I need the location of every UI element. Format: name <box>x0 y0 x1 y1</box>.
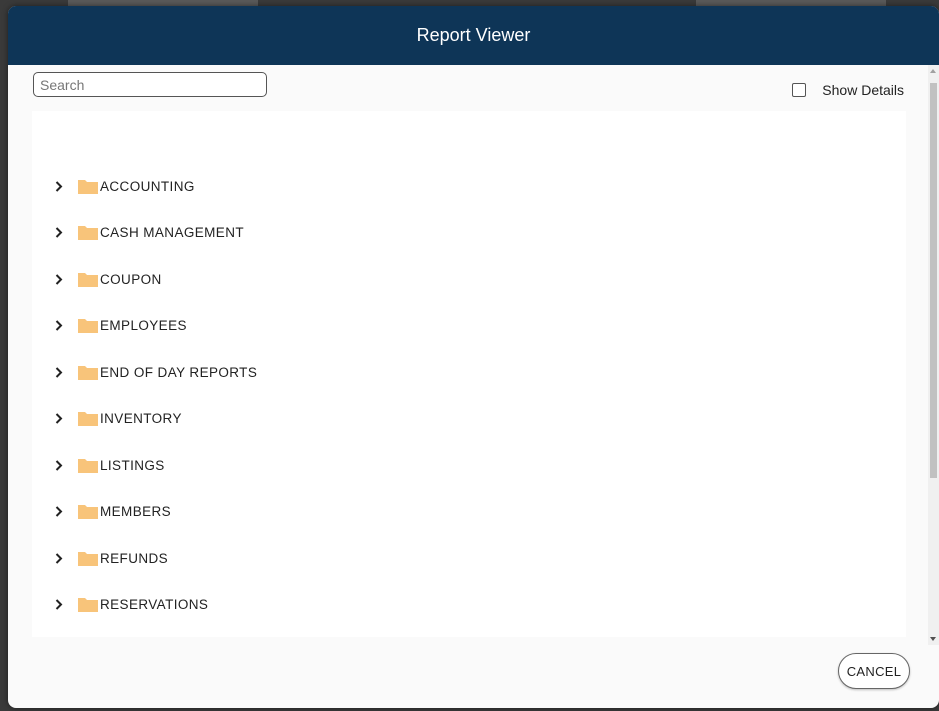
tree-item-label: RESERVATIONS <box>100 597 209 612</box>
dialog-title: Report Viewer <box>416 25 531 45</box>
chevron-right-icon[interactable] <box>44 413 74 424</box>
tree-item-inventory[interactable]: INVENTORY <box>32 404 182 434</box>
chevron-right-icon[interactable] <box>44 366 74 378</box>
tree-item-members[interactable]: MEMBERS <box>32 497 171 527</box>
folder-icon <box>74 458 100 473</box>
tree-item-label: MEMBERS <box>100 504 172 519</box>
dialog-toolbar: Show Details <box>8 65 928 115</box>
tree-item-listings[interactable]: LISTINGS <box>32 450 165 480</box>
chevron-right-icon[interactable] <box>44 273 74 285</box>
tree-item-cash-management[interactable]: CASH MANAGEMENT <box>32 218 244 248</box>
chevron-right-icon[interactable] <box>44 227 74 238</box>
folder-icon <box>74 272 100 287</box>
folder-icon <box>74 551 100 566</box>
folder-icon <box>74 411 100 426</box>
tree-item-employees[interactable]: EMPLOYEES <box>32 311 187 341</box>
tree-item-label: CASH MANAGEMENT <box>100 225 245 240</box>
folder-icon <box>74 504 100 519</box>
chevron-right-icon[interactable] <box>44 552 74 564</box>
tree-item-reservations[interactable]: RESERVATIONS <box>32 590 208 620</box>
show-details-checkbox[interactable] <box>792 83 807 97</box>
folder-icon <box>74 365 100 380</box>
chevron-right-icon[interactable] <box>44 599 74 610</box>
tree-item-refunds[interactable]: REFUNDS <box>32 543 168 573</box>
folder-icon <box>74 597 100 612</box>
tree-item-label: REFUNDS <box>100 550 169 566</box>
folder-icon <box>74 318 100 333</box>
folder-icon <box>74 179 100 194</box>
cancel-button[interactable]: CANCEL <box>838 653 910 689</box>
report-folder-tree: ACCOUNTING CASH MANAGEMENT COUPON EMPLOYEES… <box>32 111 906 637</box>
chevron-right-icon[interactable] <box>44 180 74 192</box>
scrollbar-thumb[interactable] <box>930 83 937 478</box>
show-details-toggle[interactable]: Show Details <box>792 82 904 98</box>
chevron-right-icon[interactable] <box>44 320 74 331</box>
report-viewer-dialog: Report Viewer Show Details ACCOUNTING CAS… <box>8 6 939 708</box>
scrollbar[interactable] <box>928 65 939 645</box>
chevron-right-icon[interactable] <box>44 459 74 471</box>
scroll-down-arrow-icon[interactable] <box>930 637 936 641</box>
tree-item-label: END OF DAY REPORTS <box>100 364 258 380</box>
chevron-right-icon[interactable] <box>44 506 74 517</box>
tree-item-end-of-day-reports[interactable]: END OF DAY REPORTS <box>32 357 257 387</box>
show-details-label: Show Details <box>822 82 904 98</box>
tree-item-label: EMPLOYEES <box>100 318 187 333</box>
tree-item-label: ACCOUNTING <box>100 178 195 194</box>
scroll-up-arrow-icon[interactable] <box>930 69 936 73</box>
tree-item-label: COUPON <box>100 271 162 287</box>
tree-item-accounting[interactable]: ACCOUNTING <box>32 171 195 201</box>
tree-item-label: INVENTORY <box>100 411 182 426</box>
tree-item-coupon[interactable]: COUPON <box>32 264 162 294</box>
folder-icon <box>74 225 100 240</box>
tree-item-label: LISTINGS <box>100 457 165 473</box>
dialog-titlebar: Report Viewer <box>8 6 939 65</box>
search-input[interactable] <box>33 72 267 97</box>
